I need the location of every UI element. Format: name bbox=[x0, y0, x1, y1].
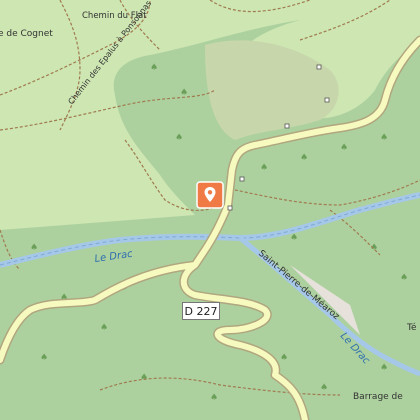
map-pin-icon[interactable] bbox=[196, 181, 224, 209]
map-view[interactable]: ♠♠ ♠♠ ♠♠ ♠♠ ♠♠ ♠♠ ♠♠ ♠♠ ♠♠ ♠♠ bbox=[0, 0, 420, 420]
label-barrage: Barrage de bbox=[353, 392, 403, 402]
label-te: Té bbox=[406, 322, 417, 333]
svg-text:♠: ♠ bbox=[100, 323, 108, 333]
svg-text:♠: ♠ bbox=[340, 143, 348, 153]
svg-text:♠: ♠ bbox=[380, 133, 388, 143]
svg-text:♠: ♠ bbox=[180, 88, 188, 98]
label-cognet: e de Cognet bbox=[0, 29, 53, 39]
svg-text:♠: ♠ bbox=[280, 353, 288, 363]
road-shield-d227: D 227 bbox=[182, 302, 220, 320]
svg-text:♠: ♠ bbox=[175, 133, 183, 143]
svg-text:♠: ♠ bbox=[210, 393, 218, 403]
svg-text:♠: ♠ bbox=[380, 363, 388, 373]
svg-text:♠: ♠ bbox=[140, 373, 148, 383]
svg-text:♠: ♠ bbox=[30, 243, 38, 253]
svg-text:♠: ♠ bbox=[320, 383, 328, 393]
svg-text:♠: ♠ bbox=[400, 273, 408, 283]
map-canvas[interactable]: ♠♠ ♠♠ ♠♠ ♠♠ ♠♠ ♠♠ ♠♠ ♠♠ ♠♠ ♠♠ e de Cogne… bbox=[0, 0, 420, 420]
svg-text:♠: ♠ bbox=[290, 233, 298, 243]
svg-text:♠: ♠ bbox=[150, 63, 158, 73]
svg-text:♠: ♠ bbox=[40, 353, 48, 363]
svg-text:♠: ♠ bbox=[300, 153, 308, 163]
svg-text:♠: ♠ bbox=[260, 163, 268, 173]
